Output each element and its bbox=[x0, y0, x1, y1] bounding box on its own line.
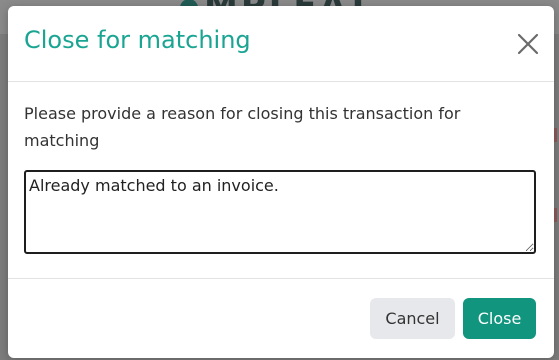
dialog-footer: Cancel Close bbox=[8, 278, 554, 359]
close-for-matching-dialog: Close for matching Please provide a reas… bbox=[8, 6, 554, 358]
dialog-body: Please provide a reason for closing this… bbox=[8, 82, 554, 277]
dialog-header: Close for matching bbox=[8, 6, 554, 82]
close-button[interactable]: Close bbox=[463, 298, 536, 339]
close-x-icon[interactable] bbox=[514, 30, 542, 58]
reason-textarea[interactable]: Already matched to an invoice. bbox=[24, 170, 536, 254]
cancel-button[interactable]: Cancel bbox=[370, 298, 455, 339]
dialog-title: Close for matching bbox=[24, 26, 251, 54]
reason-prompt: Please provide a reason for closing this… bbox=[24, 104, 461, 150]
